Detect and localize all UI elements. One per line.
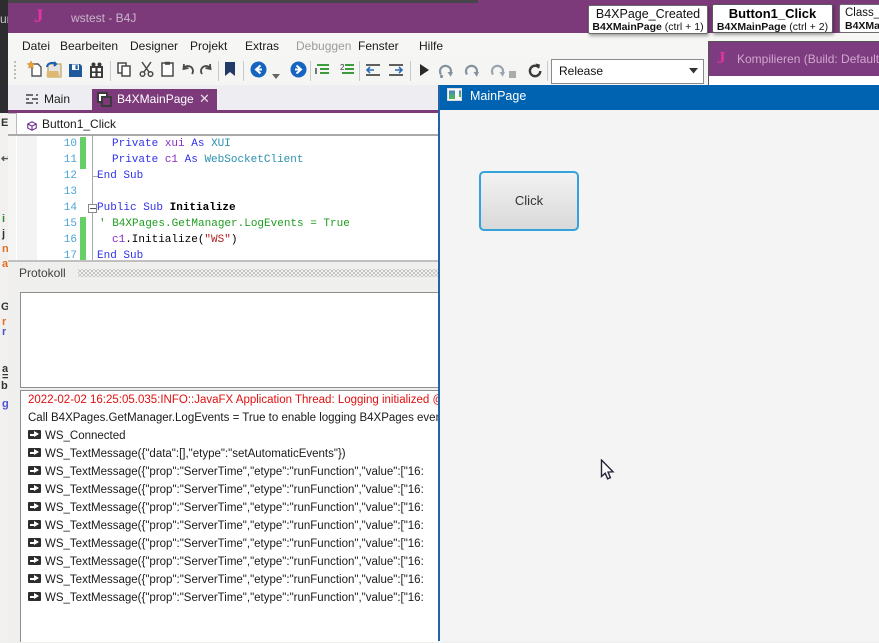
svg-text:2: 2 [340, 63, 345, 72]
